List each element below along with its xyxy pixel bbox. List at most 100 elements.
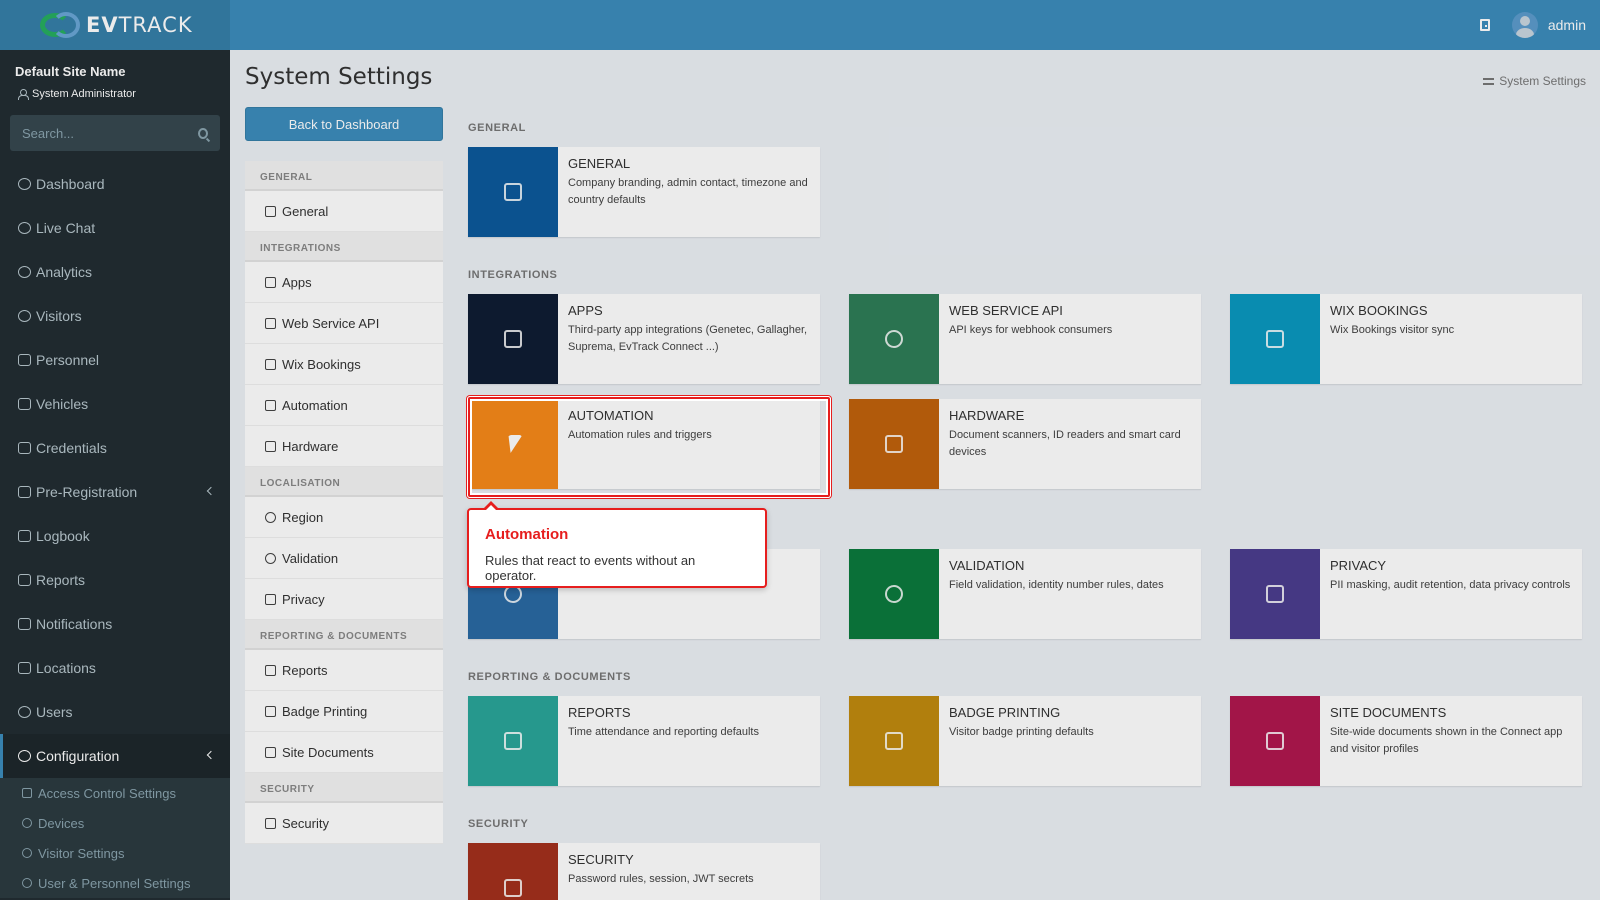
- card-desc: Site-wide documents shown in the Connect…: [1330, 726, 1563, 755]
- printer-icon: [265, 705, 276, 717]
- lock-icon: [265, 817, 276, 829]
- settings-nav-heading: LOCALISATION: [245, 467, 443, 497]
- settings-nav-hardware[interactable]: Hardware: [245, 426, 443, 467]
- sidebar-item-vehicles[interactable]: Vehicles: [0, 382, 230, 426]
- card-title: WEB SERVICE API: [949, 303, 1063, 318]
- settings-nav-automation[interactable]: Automation: [245, 385, 443, 426]
- card-hardware[interactable]: HARDWARE Document scanners, ID readers an…: [849, 399, 1201, 489]
- card-title: REPORTS: [568, 705, 631, 720]
- sidebar-item-dashboard[interactable]: Dashboard: [0, 162, 230, 206]
- sidebar-subitem-user-personnel[interactable]: User & Personnel Settings: [0, 868, 230, 898]
- settings-nav-reports[interactable]: Reports: [245, 650, 443, 691]
- user-tie-icon: [18, 354, 31, 366]
- server-icon: [265, 205, 276, 217]
- card-apps[interactable]: APPS Third-party app integrations (Genete…: [468, 294, 820, 384]
- back-to-dashboard-button[interactable]: Back to Dashboard: [245, 107, 443, 141]
- settings-nav-apps[interactable]: Apps: [245, 262, 443, 303]
- sidebar-item-notifications[interactable]: Notifications: [0, 602, 230, 646]
- search-icon[interactable]: [198, 127, 208, 139]
- scanner-icon: [885, 435, 903, 453]
- card-reports[interactable]: REPORTS Time attendance and reporting def…: [468, 696, 820, 786]
- user-role: System Administrator: [18, 88, 136, 100]
- settings-nav-wix-bookings[interactable]: Wix Bookings: [245, 344, 443, 385]
- card-title: HARDWARE: [949, 408, 1025, 423]
- card-desc: Third-party app integrations (Genetec, G…: [568, 324, 808, 353]
- sidebar-subitem-access-control[interactable]: Access Control Settings: [0, 778, 230, 808]
- settings-nav: GENERAL General INTEGRATIONS Apps Web Se…: [245, 161, 443, 844]
- file-icon: [1266, 732, 1284, 750]
- server-icon: [504, 183, 522, 201]
- calendar-icon: [265, 358, 276, 370]
- card-desc: Field validation, identity number rules,…: [949, 579, 1164, 591]
- card-web-service-api[interactable]: WEB SERVICE API API keys for webhook cons…: [849, 294, 1201, 384]
- configuration-submenu: Access Control Settings Devices Visitor …: [0, 778, 230, 898]
- sidebar-item-personnel[interactable]: Personnel: [0, 338, 230, 382]
- card-title: SITE DOCUMENTS: [1330, 705, 1447, 720]
- settings-nav-site-documents[interactable]: Site Documents: [245, 732, 443, 773]
- brand-logo[interactable]: EVTRACK: [0, 0, 230, 50]
- globe-icon: [265, 511, 276, 523]
- book-icon: [18, 530, 31, 542]
- card-badge-printing[interactable]: BADGE PRINTING Visitor badge printing def…: [849, 696, 1201, 786]
- sidebar-item-credentials[interactable]: Credentials: [0, 426, 230, 470]
- card-security[interactable]: SECURITY Password rules, session, JWT sec…: [468, 843, 820, 900]
- settings-nav-region[interactable]: Region: [245, 497, 443, 538]
- settings-nav-badge-printing[interactable]: Badge Printing: [245, 691, 443, 732]
- sidebar-item-logbook[interactable]: Logbook: [0, 514, 230, 558]
- door-icon[interactable]: [1479, 19, 1490, 31]
- card-privacy[interactable]: PRIVACY PII masking, audit retention, dat…: [1230, 549, 1582, 639]
- check-circle-icon: [265, 552, 276, 564]
- grid-dots-icon: [504, 330, 522, 348]
- sidebar-subitem-devices[interactable]: Devices: [0, 808, 230, 838]
- sidebar-item-locations[interactable]: Locations: [0, 646, 230, 690]
- comment-icon: [18, 618, 31, 630]
- sidebar-item-analytics[interactable]: Analytics: [0, 250, 230, 294]
- tile: [1230, 696, 1320, 786]
- settings-nav-heading: REPORTING & DOCUMENTS: [245, 620, 443, 650]
- sidebar-item-live-chat[interactable]: Live Chat: [0, 206, 230, 250]
- user-menu[interactable]: admin: [1511, 12, 1586, 38]
- card-site-documents[interactable]: SITE DOCUMENTS Site-wide documents shown …: [1230, 696, 1582, 786]
- search-input[interactable]: [22, 125, 198, 141]
- card-desc: Company branding, admin contact, timezon…: [568, 177, 808, 206]
- gear-icon: [22, 818, 32, 828]
- card-title: GENERAL: [568, 156, 631, 171]
- card-wix-bookings[interactable]: WIX BOOKINGS Wix Bookings visitor sync: [1230, 294, 1582, 384]
- sidebar-item-configuration[interactable]: Configuration: [0, 734, 230, 778]
- settings-nav-web-service-api[interactable]: Web Service API: [245, 303, 443, 344]
- file-icon: [265, 746, 276, 758]
- card-title: BADGE PRINTING: [949, 705, 1061, 720]
- card-validation[interactable]: VALIDATION Field validation, identity num…: [849, 549, 1201, 639]
- card-desc: Document scanners, ID readers and smart …: [949, 429, 1181, 458]
- sidebar-item-users[interactable]: Users: [0, 690, 230, 734]
- target-icon: [18, 266, 31, 278]
- exchange-icon: [18, 486, 31, 498]
- sidebar-item-visitors[interactable]: Visitors: [0, 294, 230, 338]
- sidebar-item-reports[interactable]: Reports: [0, 558, 230, 602]
- avatar: [1511, 12, 1538, 38]
- card-desc: Visitor badge printing defaults: [949, 726, 1094, 738]
- settings-nav-security[interactable]: Security: [245, 803, 443, 844]
- chevron-left-icon: [206, 750, 216, 760]
- car-icon: [18, 398, 31, 410]
- sidebar-nav: Dashboard Live Chat Analytics Visitors P…: [0, 162, 230, 898]
- settings-nav-validation[interactable]: Validation: [245, 538, 443, 579]
- card-general[interactable]: GENERAL Company branding, admin contact, …: [468, 147, 820, 237]
- user-icon: [18, 89, 29, 100]
- sidebar-search: [10, 115, 220, 151]
- cog-icon: [18, 750, 31, 762]
- chart-area-icon: [18, 574, 31, 586]
- sidebar-subitem-visitor-settings[interactable]: Visitor Settings: [0, 838, 230, 868]
- eye-icon: [22, 848, 32, 858]
- settings-nav-general[interactable]: General: [245, 191, 443, 232]
- section-label: GENERAL: [468, 122, 526, 134]
- settings-nav-heading: INTEGRATIONS: [245, 232, 443, 262]
- sidebar-item-pre-registration[interactable]: Pre-Registration: [0, 470, 230, 514]
- section-label: SECURITY: [468, 818, 529, 830]
- card-desc: Time attendance and reporting defaults: [568, 726, 759, 738]
- shield-icon: [1266, 585, 1284, 603]
- tile: [849, 399, 939, 489]
- username: admin: [1547, 17, 1586, 33]
- settings-nav-privacy[interactable]: Privacy: [245, 579, 443, 620]
- tile: [468, 147, 558, 237]
